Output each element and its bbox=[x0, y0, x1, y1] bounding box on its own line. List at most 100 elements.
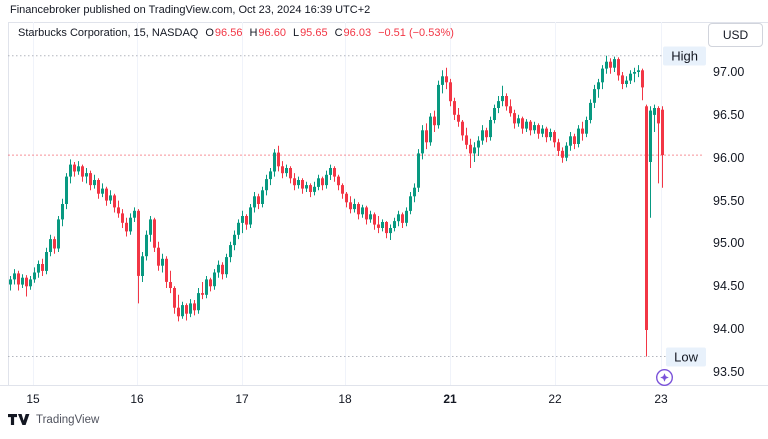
candle bbox=[73, 162, 76, 177]
candle bbox=[341, 183, 344, 198]
candle bbox=[321, 177, 324, 191]
candle bbox=[589, 99, 592, 123]
candle bbox=[157, 242, 160, 271]
candle bbox=[89, 171, 92, 191]
candle bbox=[509, 99, 512, 116]
high-label: High bbox=[663, 46, 706, 65]
candle bbox=[605, 56, 608, 74]
candle bbox=[241, 211, 244, 233]
candle bbox=[365, 206, 368, 225]
symbol-title: Starbucks Corporation, 15, NASDAQ bbox=[18, 27, 198, 39]
price-tick-label: 93.50 bbox=[713, 365, 744, 379]
candle bbox=[485, 128, 488, 143]
candle bbox=[513, 110, 516, 129]
candle bbox=[149, 216, 152, 242]
time-tick-label: 22 bbox=[548, 392, 561, 406]
candle bbox=[217, 261, 220, 278]
candle bbox=[85, 168, 88, 183]
price-tick-label: 96.00 bbox=[713, 151, 744, 165]
candle bbox=[69, 159, 72, 183]
candle bbox=[501, 86, 504, 107]
currency-button[interactable]: USD bbox=[708, 23, 763, 47]
attribution-text: Financebroker published on TradingView.c… bbox=[10, 4, 370, 16]
candle bbox=[337, 175, 340, 191]
candle bbox=[245, 214, 248, 229]
candle bbox=[493, 105, 496, 124]
candle bbox=[657, 106, 660, 183]
candle bbox=[393, 218, 396, 232]
candle bbox=[637, 65, 640, 77]
candle bbox=[117, 201, 120, 218]
candle bbox=[233, 231, 236, 251]
tradingview-logo-icon bbox=[8, 414, 30, 426]
candle bbox=[205, 276, 208, 298]
candle bbox=[193, 300, 196, 315]
ohlc-value: 96.03 bbox=[344, 27, 372, 39]
price-tick-label: 95.00 bbox=[713, 236, 744, 250]
time-tick-label: 15 bbox=[26, 392, 39, 406]
candle bbox=[461, 120, 464, 141]
ohlc-label: O bbox=[205, 27, 214, 39]
candle bbox=[621, 72, 624, 89]
change-value: −0.51 (−0.53%) bbox=[378, 27, 454, 39]
footer-logo[interactable]: TradingView bbox=[8, 414, 99, 426]
candle bbox=[153, 218, 156, 252]
candle bbox=[593, 85, 596, 108]
candle bbox=[173, 286, 176, 313]
candle bbox=[641, 69, 644, 101]
candle bbox=[309, 183, 312, 197]
tradingview-published-chart: { "attribution": "Financebroker publishe… bbox=[0, 0, 768, 439]
candle bbox=[353, 199, 356, 213]
price-tick-label: 94.50 bbox=[713, 279, 744, 293]
candle bbox=[473, 142, 476, 162]
candle bbox=[465, 128, 468, 149]
candle bbox=[41, 259, 44, 276]
candle bbox=[177, 295, 180, 322]
candle bbox=[201, 282, 204, 299]
candle bbox=[581, 122, 584, 141]
candle bbox=[301, 178, 304, 193]
candle bbox=[585, 117, 588, 138]
footer-brand-text: TradingView bbox=[36, 414, 99, 426]
candle bbox=[45, 248, 48, 275]
candle bbox=[469, 139, 472, 168]
candle bbox=[445, 68, 448, 89]
candle bbox=[521, 117, 524, 134]
candle bbox=[257, 194, 260, 209]
candle bbox=[277, 146, 280, 172]
candle bbox=[181, 302, 184, 319]
time-tick-label: 23 bbox=[654, 392, 667, 406]
candle bbox=[433, 111, 436, 132]
candle bbox=[113, 194, 116, 213]
candle bbox=[49, 235, 52, 256]
time-axis[interactable]: 15161718212223 bbox=[0, 385, 768, 412]
candle bbox=[525, 119, 528, 132]
candle bbox=[65, 173, 68, 209]
candle bbox=[357, 202, 360, 219]
candle bbox=[289, 166, 292, 183]
price-tick-label: 96.50 bbox=[713, 108, 744, 122]
candle bbox=[613, 57, 616, 72]
candle bbox=[329, 165, 332, 180]
candle bbox=[197, 288, 200, 314]
candle bbox=[601, 65, 604, 89]
candle bbox=[405, 207, 408, 226]
time-tick-label: 17 bbox=[235, 392, 248, 406]
candle bbox=[293, 173, 296, 190]
candle bbox=[165, 256, 168, 288]
symbol-legend[interactable]: Starbucks Corporation, 15, NASDAQO96.56H… bbox=[18, 27, 454, 39]
candlestick-chart[interactable] bbox=[8, 22, 703, 385]
candle bbox=[169, 271, 172, 293]
candle bbox=[417, 149, 420, 192]
candle bbox=[297, 177, 300, 189]
candle bbox=[105, 187, 108, 206]
candle bbox=[541, 125, 544, 137]
candle bbox=[253, 192, 256, 213]
candle bbox=[429, 113, 432, 146]
ohlc-value: 96.56 bbox=[215, 27, 243, 39]
candle bbox=[369, 211, 372, 223]
ohlc-value: 95.65 bbox=[300, 27, 328, 39]
candle bbox=[577, 125, 580, 147]
candle bbox=[629, 70, 632, 84]
plus-marker-icon[interactable] bbox=[655, 368, 674, 387]
